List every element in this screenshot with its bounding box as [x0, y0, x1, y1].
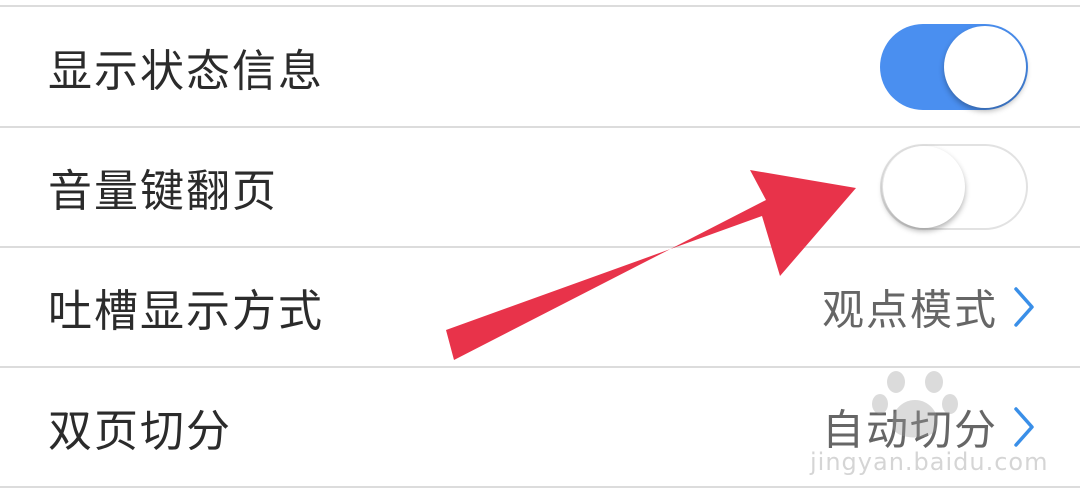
setting-value: 观点模式: [821, 285, 998, 335]
settings-list: 显示状态信息 音量键翻页 吐槽显示方式 观点模式 双页切分 自动切分: [0, 0, 1080, 498]
setting-row-volume-key-page[interactable]: 音量键翻页: [0, 128, 1080, 248]
setting-label: 双页切分: [48, 406, 232, 457]
chevron-right-icon: [1014, 287, 1034, 327]
divider: [0, 5, 1080, 7]
setting-label: 显示状态信息: [48, 46, 324, 97]
chevron-right-icon: [1014, 407, 1034, 447]
toggle-knob: [883, 146, 965, 228]
toggle-knob: [944, 26, 1026, 108]
volume-key-page-toggle[interactable]: [880, 144, 1028, 230]
setting-row-comment-display[interactable]: 吐槽显示方式 观点模式: [0, 248, 1080, 368]
setting-row-show-status[interactable]: 显示状态信息: [0, 8, 1080, 128]
show-status-toggle[interactable]: [880, 24, 1028, 110]
setting-row-double-page-split[interactable]: 双页切分 自动切分: [0, 368, 1080, 488]
setting-value: 自动切分: [821, 405, 998, 455]
setting-label: 吐槽显示方式: [48, 286, 324, 337]
setting-label: 音量键翻页: [48, 166, 278, 217]
